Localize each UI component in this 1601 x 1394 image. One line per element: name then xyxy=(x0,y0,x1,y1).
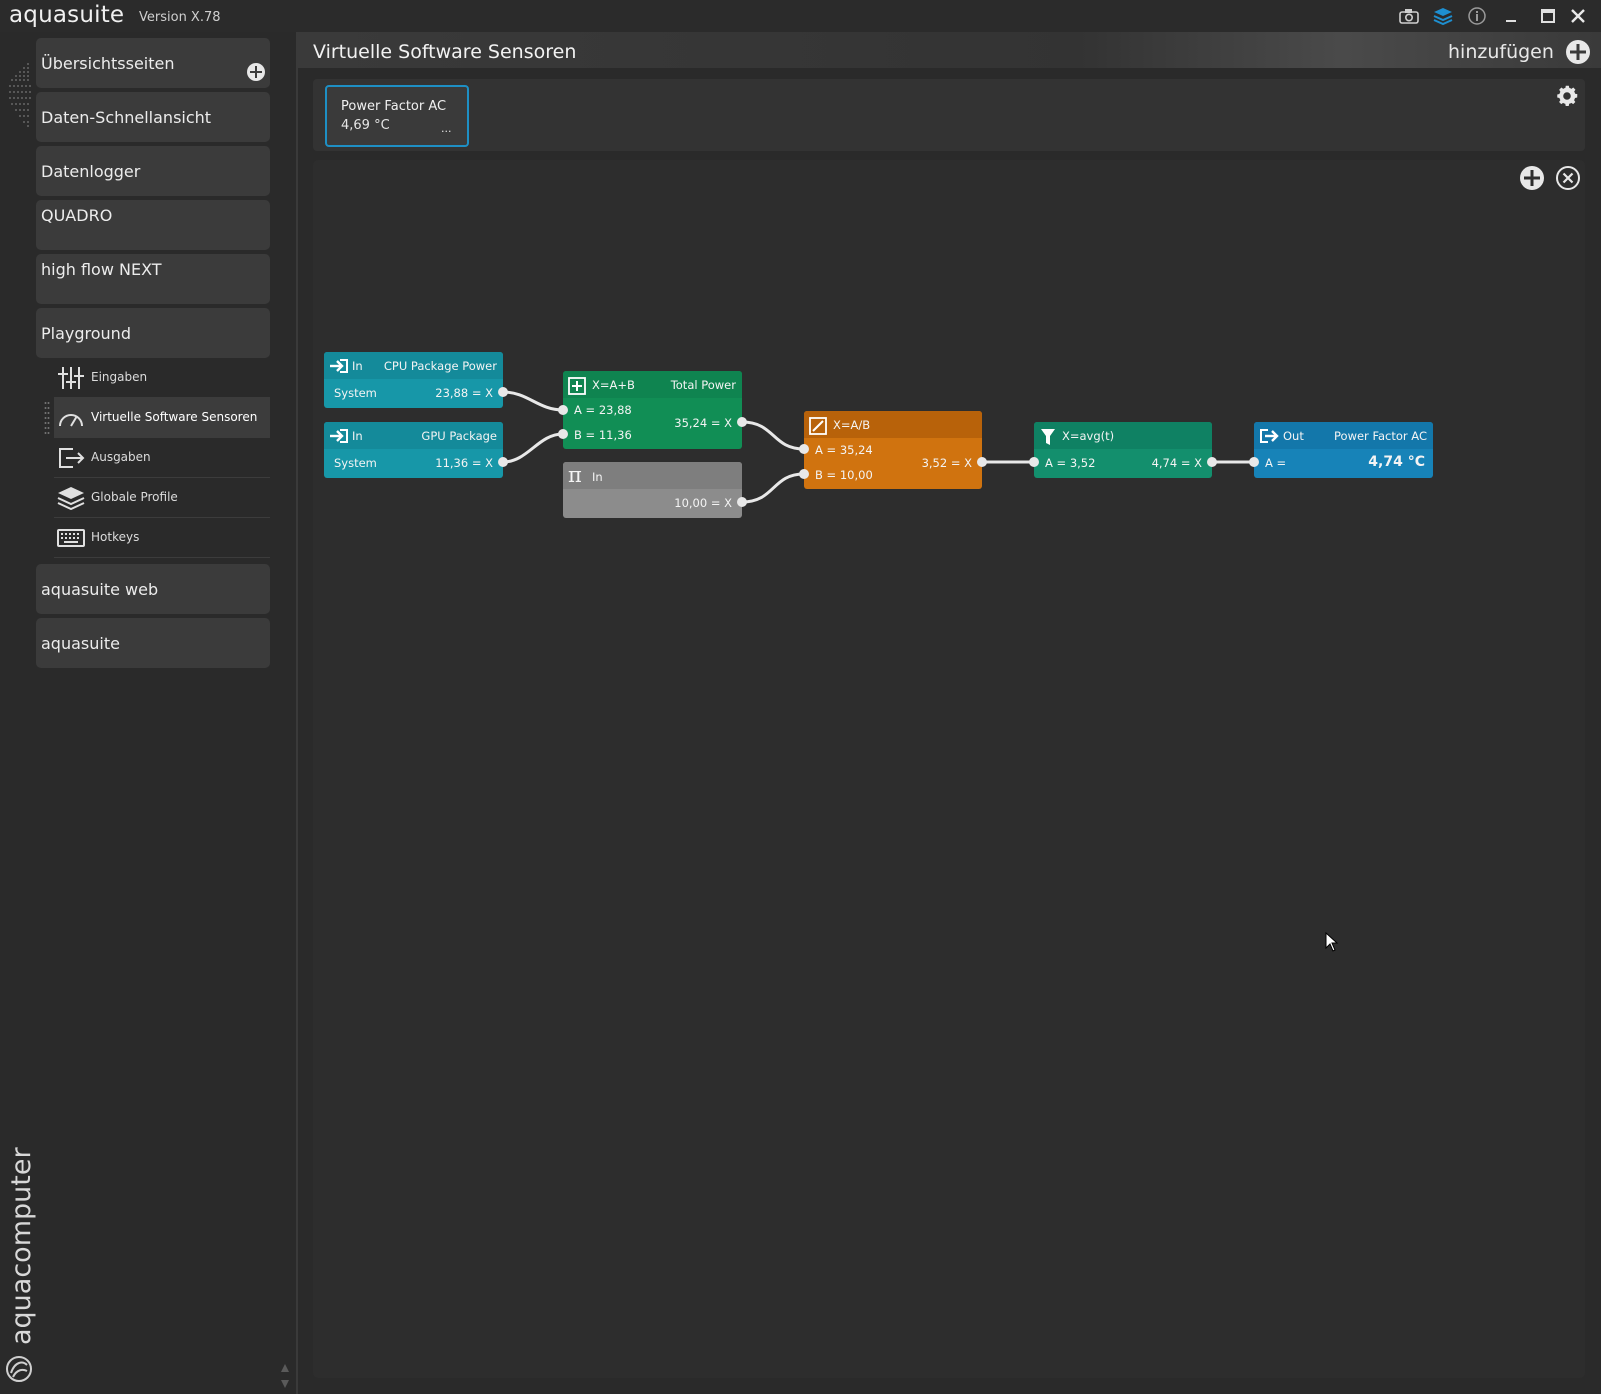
node-output-value: 35,24 = X xyxy=(674,416,732,430)
filter-icon xyxy=(1041,429,1055,445)
node-output-value: 4,74 °C xyxy=(1368,454,1425,470)
divide-box-icon xyxy=(809,417,827,435)
wire-gpu-to-sum xyxy=(502,432,564,464)
node-type-label: In xyxy=(352,359,363,373)
node-input-b: B = 10,00 xyxy=(815,468,873,482)
plus-box-icon xyxy=(568,377,586,395)
output-icon xyxy=(1260,429,1279,443)
node-output-value: 11,36 = X xyxy=(435,456,493,470)
average-node[interactable]: X=avg(t) A = 3,52 4,74 = X xyxy=(1034,422,1212,478)
pi-icon: π xyxy=(568,463,582,487)
node-input-a: A = 23,88 xyxy=(574,403,632,417)
node-wires xyxy=(502,390,1254,504)
mouse-cursor-icon xyxy=(1325,932,1339,952)
node-output-value: 4,74 = X xyxy=(1151,456,1202,470)
node-input-a: A = xyxy=(1265,456,1287,470)
port-avg-out[interactable] xyxy=(1207,457,1217,467)
node-source: System xyxy=(334,386,377,400)
node-formula: X=A+B xyxy=(592,378,635,392)
input-node-cpu[interactable]: In CPU Package Power System 23,88 = X xyxy=(324,352,503,408)
wire-cpu-to-sum xyxy=(502,390,564,412)
port-sum-out[interactable] xyxy=(737,417,747,427)
node-formula: X=avg(t) xyxy=(1062,429,1115,443)
node-type-label: In xyxy=(352,429,363,443)
node-type-label: Out xyxy=(1283,429,1304,443)
port-sum-in-b[interactable] xyxy=(558,429,568,439)
node-input-a: A = 3,52 xyxy=(1045,456,1096,470)
node-name: CPU Package Power xyxy=(383,359,497,373)
node-name: Total Power xyxy=(670,378,736,392)
port-const-out[interactable] xyxy=(737,497,747,507)
port-out-in[interactable] xyxy=(1249,457,1259,467)
node-name: Power Factor AC xyxy=(1334,429,1427,443)
division-node[interactable]: X=A/B A = 35,24 B = 10,00 3,52 = X xyxy=(804,411,982,489)
node-source: System xyxy=(334,456,377,470)
wire-sum-to-div xyxy=(741,420,805,451)
sum-node[interactable]: X=A+B Total Power A = 23,88 B = 11,36 35… xyxy=(563,371,742,449)
constant-node[interactable]: π In 10,00 = X xyxy=(563,462,742,518)
input-icon xyxy=(330,429,348,443)
node-type-label: In xyxy=(592,470,603,484)
port-div-in-b[interactable] xyxy=(799,469,809,479)
node-output-value: 10,00 = X xyxy=(674,496,732,510)
output-node[interactable]: Out Power Factor AC A = 4,74 °C xyxy=(1254,422,1433,478)
input-icon xyxy=(330,359,348,373)
port-div-out[interactable] xyxy=(977,457,987,467)
port-cpu-out[interactable] xyxy=(498,387,508,397)
node-input-b: B = 11,36 xyxy=(574,428,632,442)
node-output-value: 23,88 = X xyxy=(435,386,493,400)
port-avg-in[interactable] xyxy=(1029,457,1039,467)
input-node-gpu[interactable]: In GPU Package System 11,36 = X xyxy=(324,422,503,478)
port-div-in-a[interactable] xyxy=(799,444,809,454)
port-sum-in-a[interactable] xyxy=(558,405,568,415)
node-input-a: A = 35,24 xyxy=(815,443,873,457)
port-gpu-out[interactable] xyxy=(498,457,508,467)
node-output-value: 3,52 = X xyxy=(921,456,972,470)
node-name: GPU Package xyxy=(421,429,497,443)
node-formula: X=A/B xyxy=(833,418,871,432)
wire-const-to-div xyxy=(741,472,805,504)
